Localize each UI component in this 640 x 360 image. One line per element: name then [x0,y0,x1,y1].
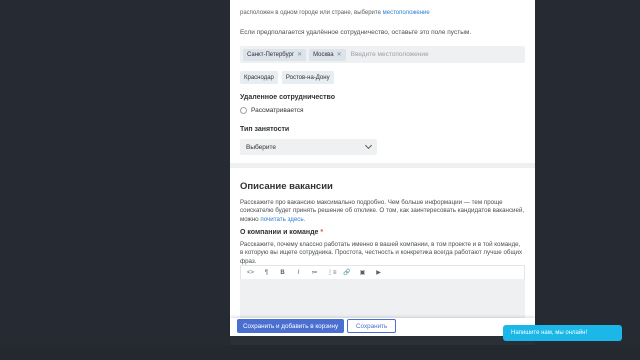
numbered-list-icon[interactable]: ⋮≡ [327,269,337,276]
about-company-label-text: О компании и команде [240,229,319,236]
about-company-label: О компании и команде * [240,229,323,236]
italic-icon[interactable]: I [295,270,302,276]
chat-widget[interactable]: Напишите нам, мы онлайн! [503,325,622,341]
remove-tag-icon[interactable]: ✕ [337,51,342,58]
bold-icon[interactable]: B [279,270,286,276]
location-tag[interactable]: Санкт-Петербург ✕ [243,48,307,61]
remote-option[interactable]: Рассматривается [240,107,303,114]
radio-button[interactable] [240,107,247,114]
section-title: Описание вакансии [240,181,333,192]
read-here-link[interactable]: почитать здесь. [260,216,305,223]
clipped-text: расположен в одном городе или стране, вы… [240,10,430,16]
location-card: расположен в одном городе или стране, вы… [230,0,535,163]
location-tag-label: Санкт-Петербург [247,51,295,58]
description-hint: Расскажите про вакансию максимально подр… [240,199,525,224]
location-link[interactable]: местоположение [383,10,430,16]
paragraph-icon[interactable]: ¶ [263,270,270,276]
save-and-add-button[interactable]: Сохранить и добавить в корзину [237,319,345,333]
location-tag[interactable]: Москва ✕ [309,48,346,61]
bullet-list-icon[interactable]: ≔ [311,269,318,276]
required-mark: * [320,229,324,236]
chevron-down-icon [364,141,373,150]
about-company-editor[interactable] [240,279,525,318]
employment-label: Тип занятости [240,126,290,133]
suggestion-chip[interactable]: Ростов-на-Дону [281,71,334,84]
description-card: Описание вакансии Расскажите про ваканси… [230,168,535,318]
location-tag-label: Москва [313,51,334,58]
left-background [0,0,230,360]
link-icon[interactable]: 🔗 [343,269,350,276]
location-input[interactable]: Введите местоположение [351,51,429,58]
action-bar: Сохранить и добавить в корзину Сохранить [230,318,535,336]
remote-label: Удаленное сотрудничество [240,94,336,101]
code-icon[interactable]: <> [247,270,254,276]
remove-tag-icon[interactable]: ✕ [297,51,302,58]
right-background [535,0,640,360]
suggestion-chip[interactable]: Краснодар [240,71,278,84]
about-company-hint: Расскажите, почему классно работать имен… [240,241,523,265]
bottom-background [0,345,640,360]
video-icon[interactable]: ▶ [375,269,382,276]
employment-select-value: Выберите [246,143,277,151]
location-input-box[interactable]: Санкт-Петербург ✕ Москва ✕ Введите место… [240,46,525,63]
clipped-text-label: расположен в одном городе или стране, вы… [240,10,381,16]
editor-toolbar: <> ¶ B I ≔ ⋮≡ 🔗 ▣ ▶ [240,265,525,279]
location-hint: Если предполагается удалённое сотрудниче… [240,29,472,36]
remote-option-label: Рассматривается [251,107,304,114]
location-suggestions: Краснодар Ростов-на-Дону [240,71,334,84]
employment-select[interactable]: Выберите [240,139,377,155]
image-icon[interactable]: ▣ [359,269,366,276]
save-button[interactable]: Сохранить [347,319,397,333]
